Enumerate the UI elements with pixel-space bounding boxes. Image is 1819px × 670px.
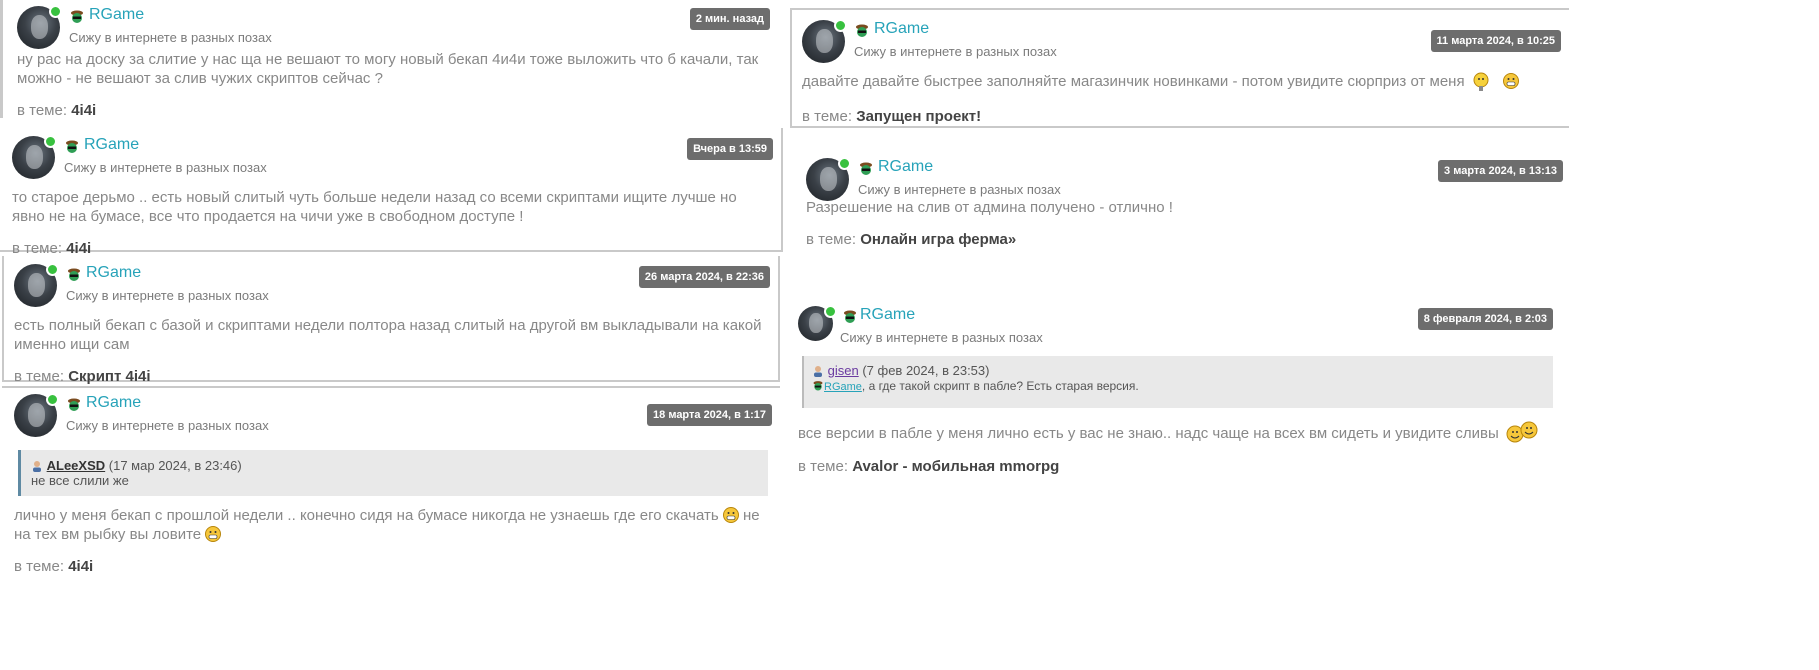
topic-prefix: в теме: xyxy=(17,102,68,119)
quote-text: не все слили же xyxy=(31,473,129,488)
post-text: все версии в пабле у меня лично есть у в… xyxy=(798,420,1553,444)
post-text-part-1: лично у меня бекап с прошлой недели .. к… xyxy=(14,507,719,524)
user-group-icon xyxy=(68,268,80,281)
post-1: RGame Сижу в интернете в разных позах 2 … xyxy=(0,0,778,119)
online-indicator xyxy=(824,305,837,318)
user-status: Сижу в интернете в разных позах xyxy=(854,44,1057,59)
username-link[interactable]: RGame xyxy=(86,394,141,412)
idea-smiley-icon xyxy=(1473,72,1489,91)
user-group-icon xyxy=(844,310,856,323)
topic-link[interactable]: Avalor - мобильная mmorpg xyxy=(852,458,1059,475)
post-text: давайте давайте быстрее заполняйте магаз… xyxy=(802,72,1561,92)
post-date[interactable]: Вчера в 13:59 xyxy=(687,138,773,160)
quote-block: gisen (7 фев 2024, в 23:53) RGame, а где… xyxy=(802,356,1553,408)
topic-line: в теме: 4i4i xyxy=(14,558,772,575)
post-date[interactable]: 26 марта 2024, в 22:36 xyxy=(638,266,770,288)
user-group-icon xyxy=(68,398,80,411)
topic-link[interactable]: Запущен проект! xyxy=(856,108,981,125)
user-status: Сижу в интернете в разных позах xyxy=(64,160,267,175)
topic-line: в теме: Avalor - мобильная mmorpg xyxy=(798,458,1553,475)
post-5: RGame Сижу в интернете в разных позах 11… xyxy=(790,8,1569,128)
post-3: RGame Сижу в интернете в разных позах 26… xyxy=(2,256,780,385)
user-status: Сижу в интернете в разных позах xyxy=(840,330,1043,345)
post-header: RGame Сижу в интернете в разных позах 8 … xyxy=(798,305,1553,354)
quote-block: ALeeXSD (17 мар 2024, в 23:46) не все сл… xyxy=(18,450,768,496)
topic-prefix: в теме: xyxy=(14,558,65,575)
online-indicator xyxy=(838,157,851,170)
username-link[interactable]: RGame xyxy=(84,136,139,154)
post-2: RGame Сижу в интернете в разных позах Вч… xyxy=(0,128,783,257)
user-status: Сижу в интернете в разных позах xyxy=(66,288,269,303)
post-text: ну рас на доску за слитие у нас ща не ве… xyxy=(17,51,759,87)
topic-line: в теме: 4i4i xyxy=(17,102,770,119)
topic-line: в теме: 4i4i xyxy=(12,240,773,257)
user-status: Сижу в интернете в разных позах xyxy=(858,182,1061,197)
post-header: RGame Сижу в интернете в разных позах 26… xyxy=(14,263,770,312)
username-link[interactable]: RGame xyxy=(860,306,915,324)
topic-link[interactable]: 4i4i xyxy=(71,102,96,119)
post-date[interactable]: 3 марта 2024, в 13:13 xyxy=(1438,160,1563,182)
party-smiley-icon xyxy=(1506,421,1538,443)
quote-author-link[interactable]: ALeeXSD xyxy=(47,458,106,473)
post-text: то старое дерьмо .. есть новый слитый чу… xyxy=(12,189,737,225)
post-text: есть полный бекап с базой и скриптами не… xyxy=(14,317,762,353)
grin-smiley-icon xyxy=(722,507,739,523)
grin-smiley-icon xyxy=(205,526,222,542)
topic-link[interactable]: 4i4i xyxy=(66,240,91,257)
post-date[interactable]: 18 марта 2024, в 1:17 xyxy=(647,404,772,426)
post-date[interactable]: 11 марта 2024, в 10:25 xyxy=(1430,30,1561,52)
topic-line: в теме: Запущен проект! xyxy=(802,108,1561,125)
quote-date: (7 фев 2024, в 23:53) xyxy=(862,363,990,378)
post-text: лично у меня бекап с прошлой недели .. к… xyxy=(14,506,772,544)
username-link[interactable]: RGame xyxy=(86,264,141,282)
post-header: RGame Сижу в интернете в разных позах 3 … xyxy=(806,157,1563,206)
user-icon xyxy=(814,366,822,377)
quote-date: (17 мар 2024, в 23:46) xyxy=(108,458,242,473)
topic-prefix: в теме: xyxy=(12,240,63,257)
online-indicator xyxy=(46,393,59,406)
topic-line: в теме: Онлайн игра ферма» xyxy=(806,231,1563,248)
post-date[interactable]: 2 мин. назад xyxy=(689,8,770,30)
user-icon xyxy=(33,461,41,472)
post-7: RGame Сижу в интернете в разных позах 8 … xyxy=(798,305,1553,486)
user-group-icon xyxy=(71,10,83,23)
topic-prefix: в теме: xyxy=(14,368,65,385)
username-link[interactable]: RGame xyxy=(874,20,929,38)
post-header: RGame Сижу в интернете в разных позах 18… xyxy=(14,393,772,442)
topic-link[interactable]: Онлайн игра ферма» xyxy=(860,231,1016,248)
grin-smiley-icon xyxy=(1502,73,1519,89)
user-status: Сижу в интернете в разных позах xyxy=(66,418,269,433)
post-4: RGame Сижу в интернете в разных позах 18… xyxy=(2,386,780,670)
post-text-content: все версии в пабле у меня лично есть у в… xyxy=(798,425,1499,442)
quote-text: , а где такой скрипт в пабле? Есть стара… xyxy=(861,379,1139,393)
username-link[interactable]: RGame xyxy=(89,6,144,24)
user-group-icon xyxy=(856,24,868,37)
post-6: RGame Сижу в интернете в разных позах 3 … xyxy=(806,157,1563,278)
user-status: Сижу в интернете в разных позах xyxy=(69,30,272,45)
user-group-icon xyxy=(66,140,78,153)
post-text-content: давайте давайте быстрее заполняйте магаз… xyxy=(802,73,1465,90)
online-indicator xyxy=(49,5,62,18)
topic-prefix: в теме: xyxy=(798,458,849,475)
online-indicator xyxy=(44,135,57,148)
online-indicator xyxy=(46,263,59,276)
username-link[interactable]: RGame xyxy=(878,158,933,176)
topic-link[interactable]: Скрипт 4i4i xyxy=(68,368,150,385)
user-group-icon xyxy=(813,381,823,391)
mention-link[interactable]: RGame xyxy=(824,381,862,393)
topic-line: в теме: Скрипт 4i4i xyxy=(14,368,770,385)
user-group-icon xyxy=(860,162,872,175)
post-header: RGame Сижу в интернете в разных позах Вч… xyxy=(12,135,773,184)
post-header: RGame Сижу в интернете в разных позах 2 … xyxy=(17,5,770,54)
topic-link[interactable]: 4i4i xyxy=(68,558,93,575)
post-header: RGame Сижу в интернете в разных позах 11… xyxy=(802,19,1561,68)
topic-prefix: в теме: xyxy=(802,108,853,125)
post-date[interactable]: 8 февраля 2024, в 2:03 xyxy=(1417,308,1553,330)
online-indicator xyxy=(834,19,847,32)
quote-author-link[interactable]: gisen xyxy=(828,363,859,378)
topic-prefix: в теме: xyxy=(806,231,857,248)
